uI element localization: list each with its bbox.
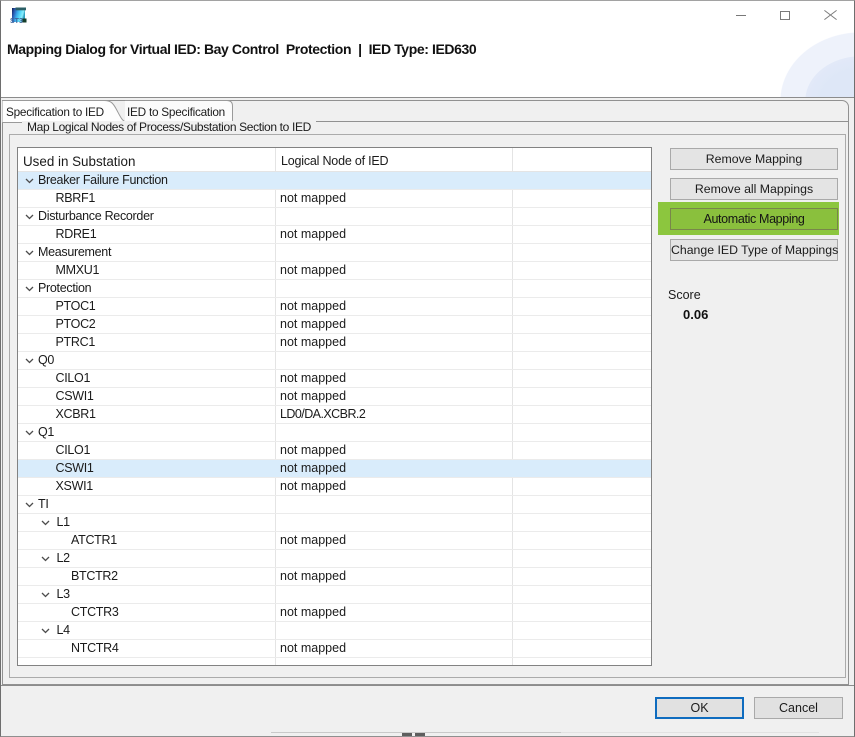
svg-text:ST3: ST3 — [10, 18, 23, 25]
